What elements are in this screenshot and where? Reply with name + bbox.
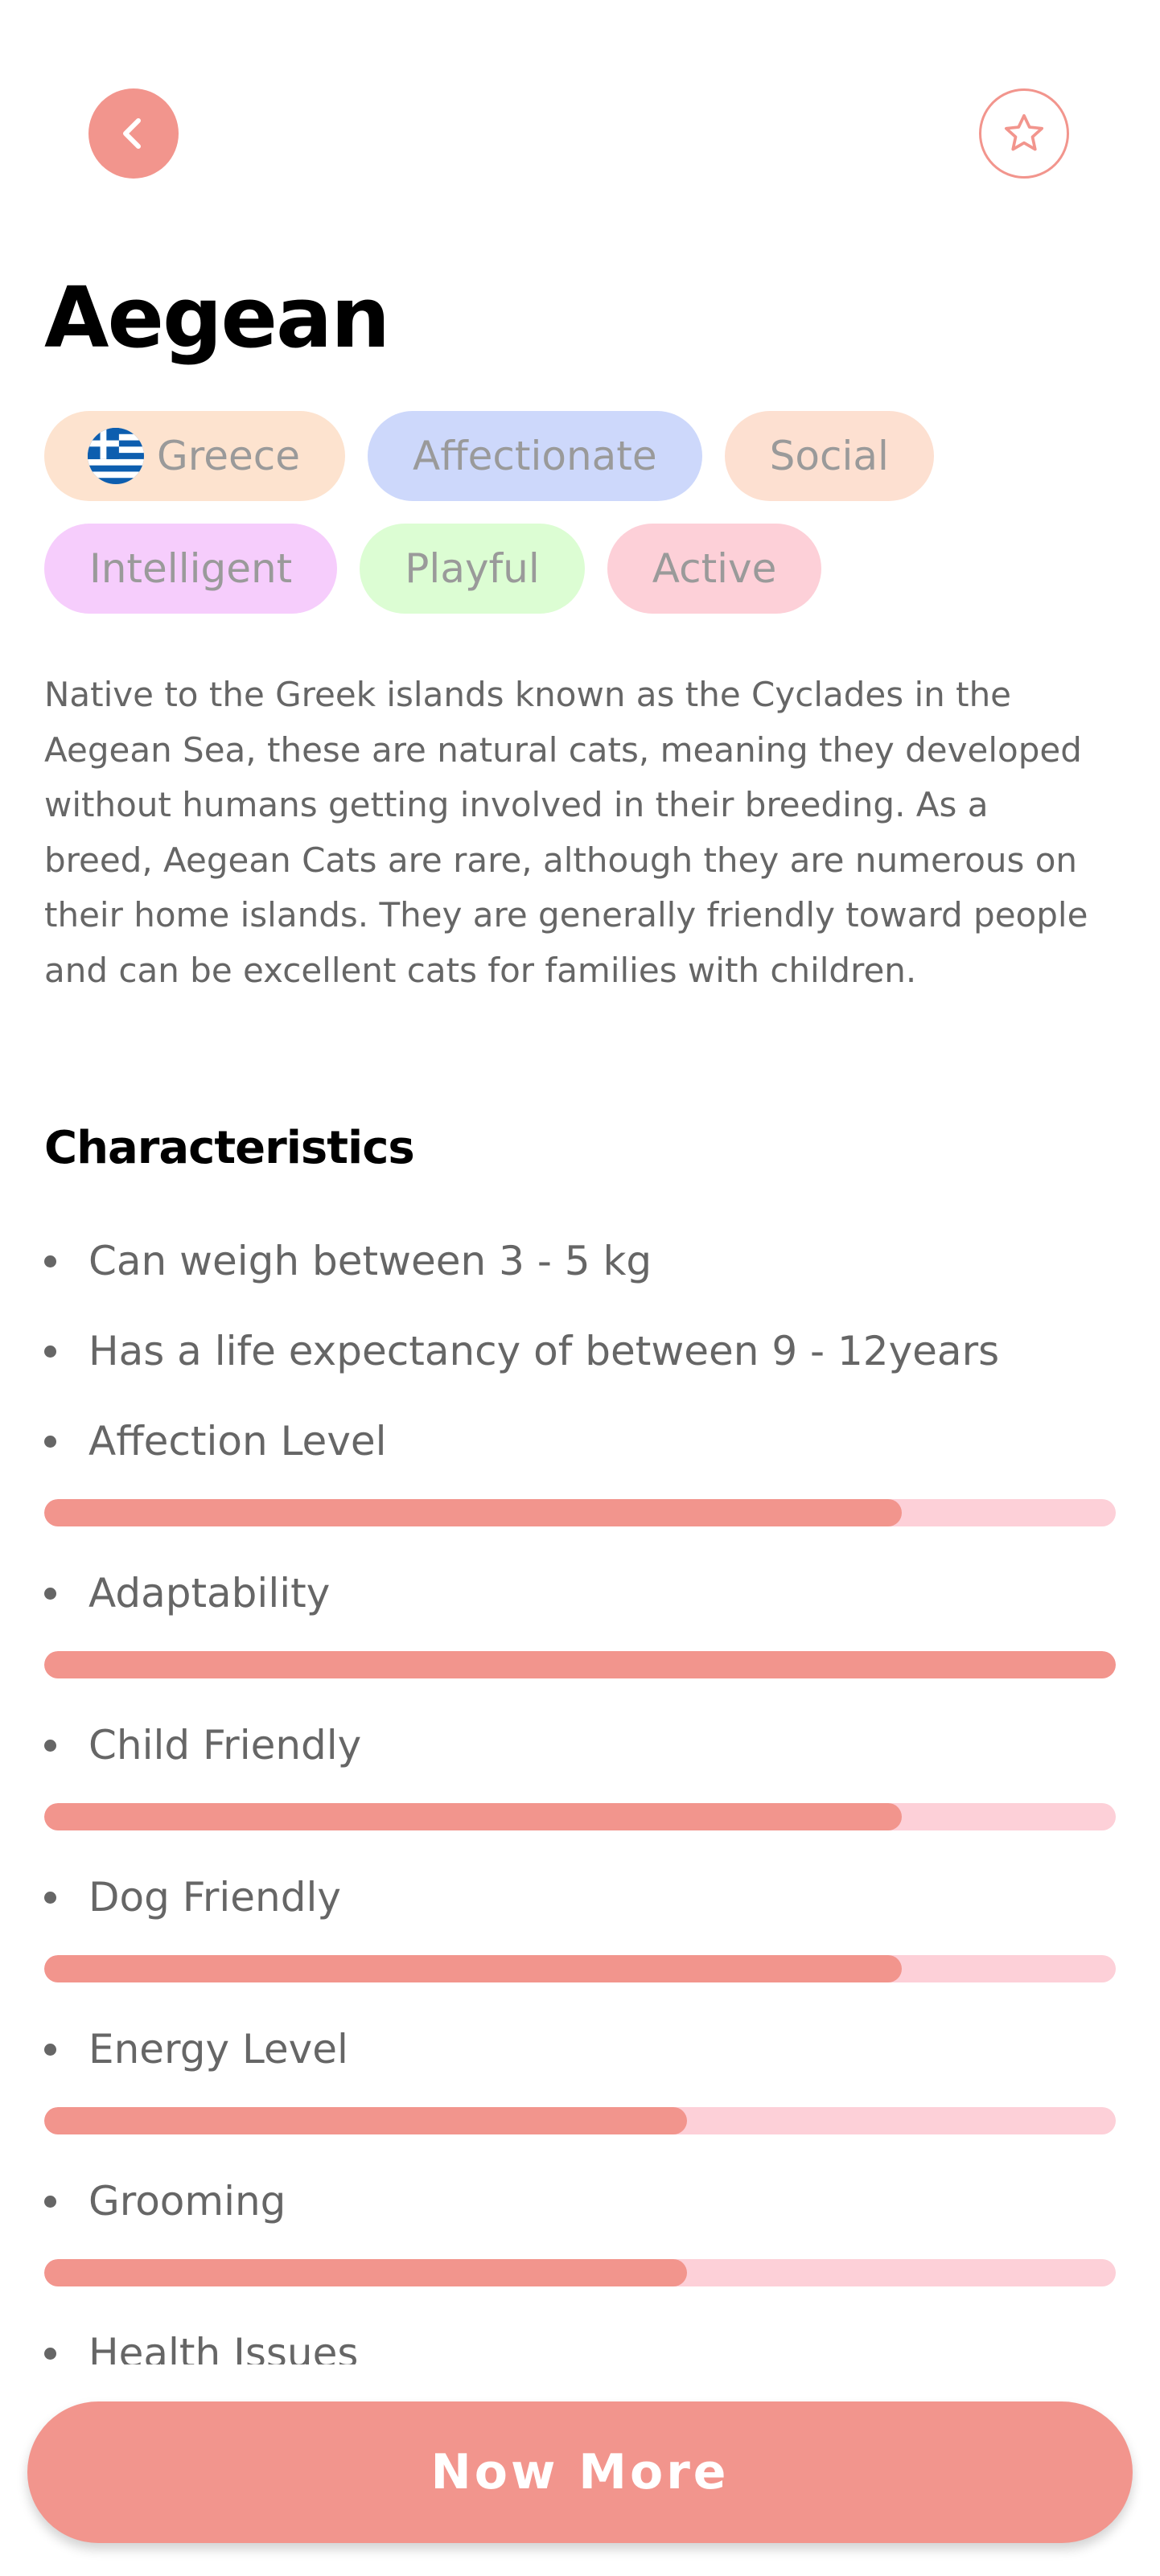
chevron-left-icon [123, 118, 141, 149]
rating-label: Energy Level [88, 2026, 348, 2073]
rating-label: Grooming [88, 2178, 286, 2225]
tag-temperament-playful: Playful [360, 524, 585, 614]
rating-item-adaptability: Adaptability [44, 1561, 330, 1625]
favorite-button[interactable] [979, 88, 1069, 179]
rating-item-affection-level: Affection Level [44, 1409, 387, 1473]
tag-temperament-social: Social [724, 411, 934, 501]
life-span-item: Has a life expectancy of between 9 - 12y… [44, 1319, 999, 1383]
rating-bar-dog-friendly [44, 1955, 1116, 1982]
bullet-dot [44, 1435, 56, 1448]
rating-bar-fill [44, 1499, 902, 1526]
rating-label: Dog Friendly [88, 1874, 341, 1921]
rating-bar-affection-level [44, 1499, 1116, 1526]
star-outline-icon [1004, 113, 1044, 151]
rating-label: Child Friendly [88, 1722, 362, 1769]
rating-bar-fill [44, 1651, 1116, 1678]
bullet-dot [44, 2195, 56, 2208]
life-span-text: Has a life expectancy of between 9 - 12y… [88, 1328, 1000, 1374]
rating-item-grooming: Grooming [44, 2169, 286, 2233]
bullet-dot [44, 1891, 56, 1904]
tag-origin-label: Greece [157, 433, 300, 479]
rating-label: Affection Level [88, 1418, 387, 1465]
weight-text: Can weigh between 3 - 5 kg [88, 1238, 652, 1284]
tag-temperament-affectionate: Affectionate [367, 411, 702, 501]
bullet-dot [44, 1587, 56, 1600]
bullet-dot [44, 1739, 56, 1752]
weight-item: Can weigh between 3 - 5 kg [44, 1229, 652, 1293]
greece-flag-icon [88, 428, 144, 484]
rating-bar-adaptability [44, 1651, 1116, 1678]
rating-item-energy-level: Energy Level [44, 2017, 348, 2081]
bullet-dot [44, 1255, 56, 1267]
rating-bar-fill [44, 2107, 688, 2134]
tag-origin: Greece [44, 411, 345, 501]
tag-temperament-active: Active [607, 524, 822, 614]
rating-bar-fill [44, 1955, 902, 1982]
rating-bar-fill [44, 1803, 902, 1830]
breed-description: Native to the Greek islands known as the… [44, 675, 1088, 990]
rating-label: Adaptability [88, 1570, 331, 1617]
rating-item-child-friendly: Child Friendly [44, 1713, 361, 1777]
bullet-dot [44, 2043, 56, 2056]
breed-title: Aegean [44, 269, 390, 367]
rating-bar-child-friendly [44, 1803, 1116, 1830]
rating-bar-grooming [44, 2259, 1116, 2286]
bullet-dot [44, 1345, 56, 1358]
now-more-button[interactable]: Now More [27, 2401, 1133, 2543]
bullet-dot [44, 2347, 56, 2360]
rating-item-dog-friendly: Dog Friendly [44, 1865, 341, 1929]
back-button[interactable] [88, 88, 179, 179]
tag-temperament-intelligent: Intelligent [44, 524, 338, 614]
characteristics-title: Characteristics [44, 1122, 415, 1174]
rating-bar-energy-level [44, 2107, 1116, 2134]
tag-list: Greece Affectionate Social Intelligent P… [44, 411, 1122, 614]
rating-bar-fill [44, 2259, 688, 2286]
